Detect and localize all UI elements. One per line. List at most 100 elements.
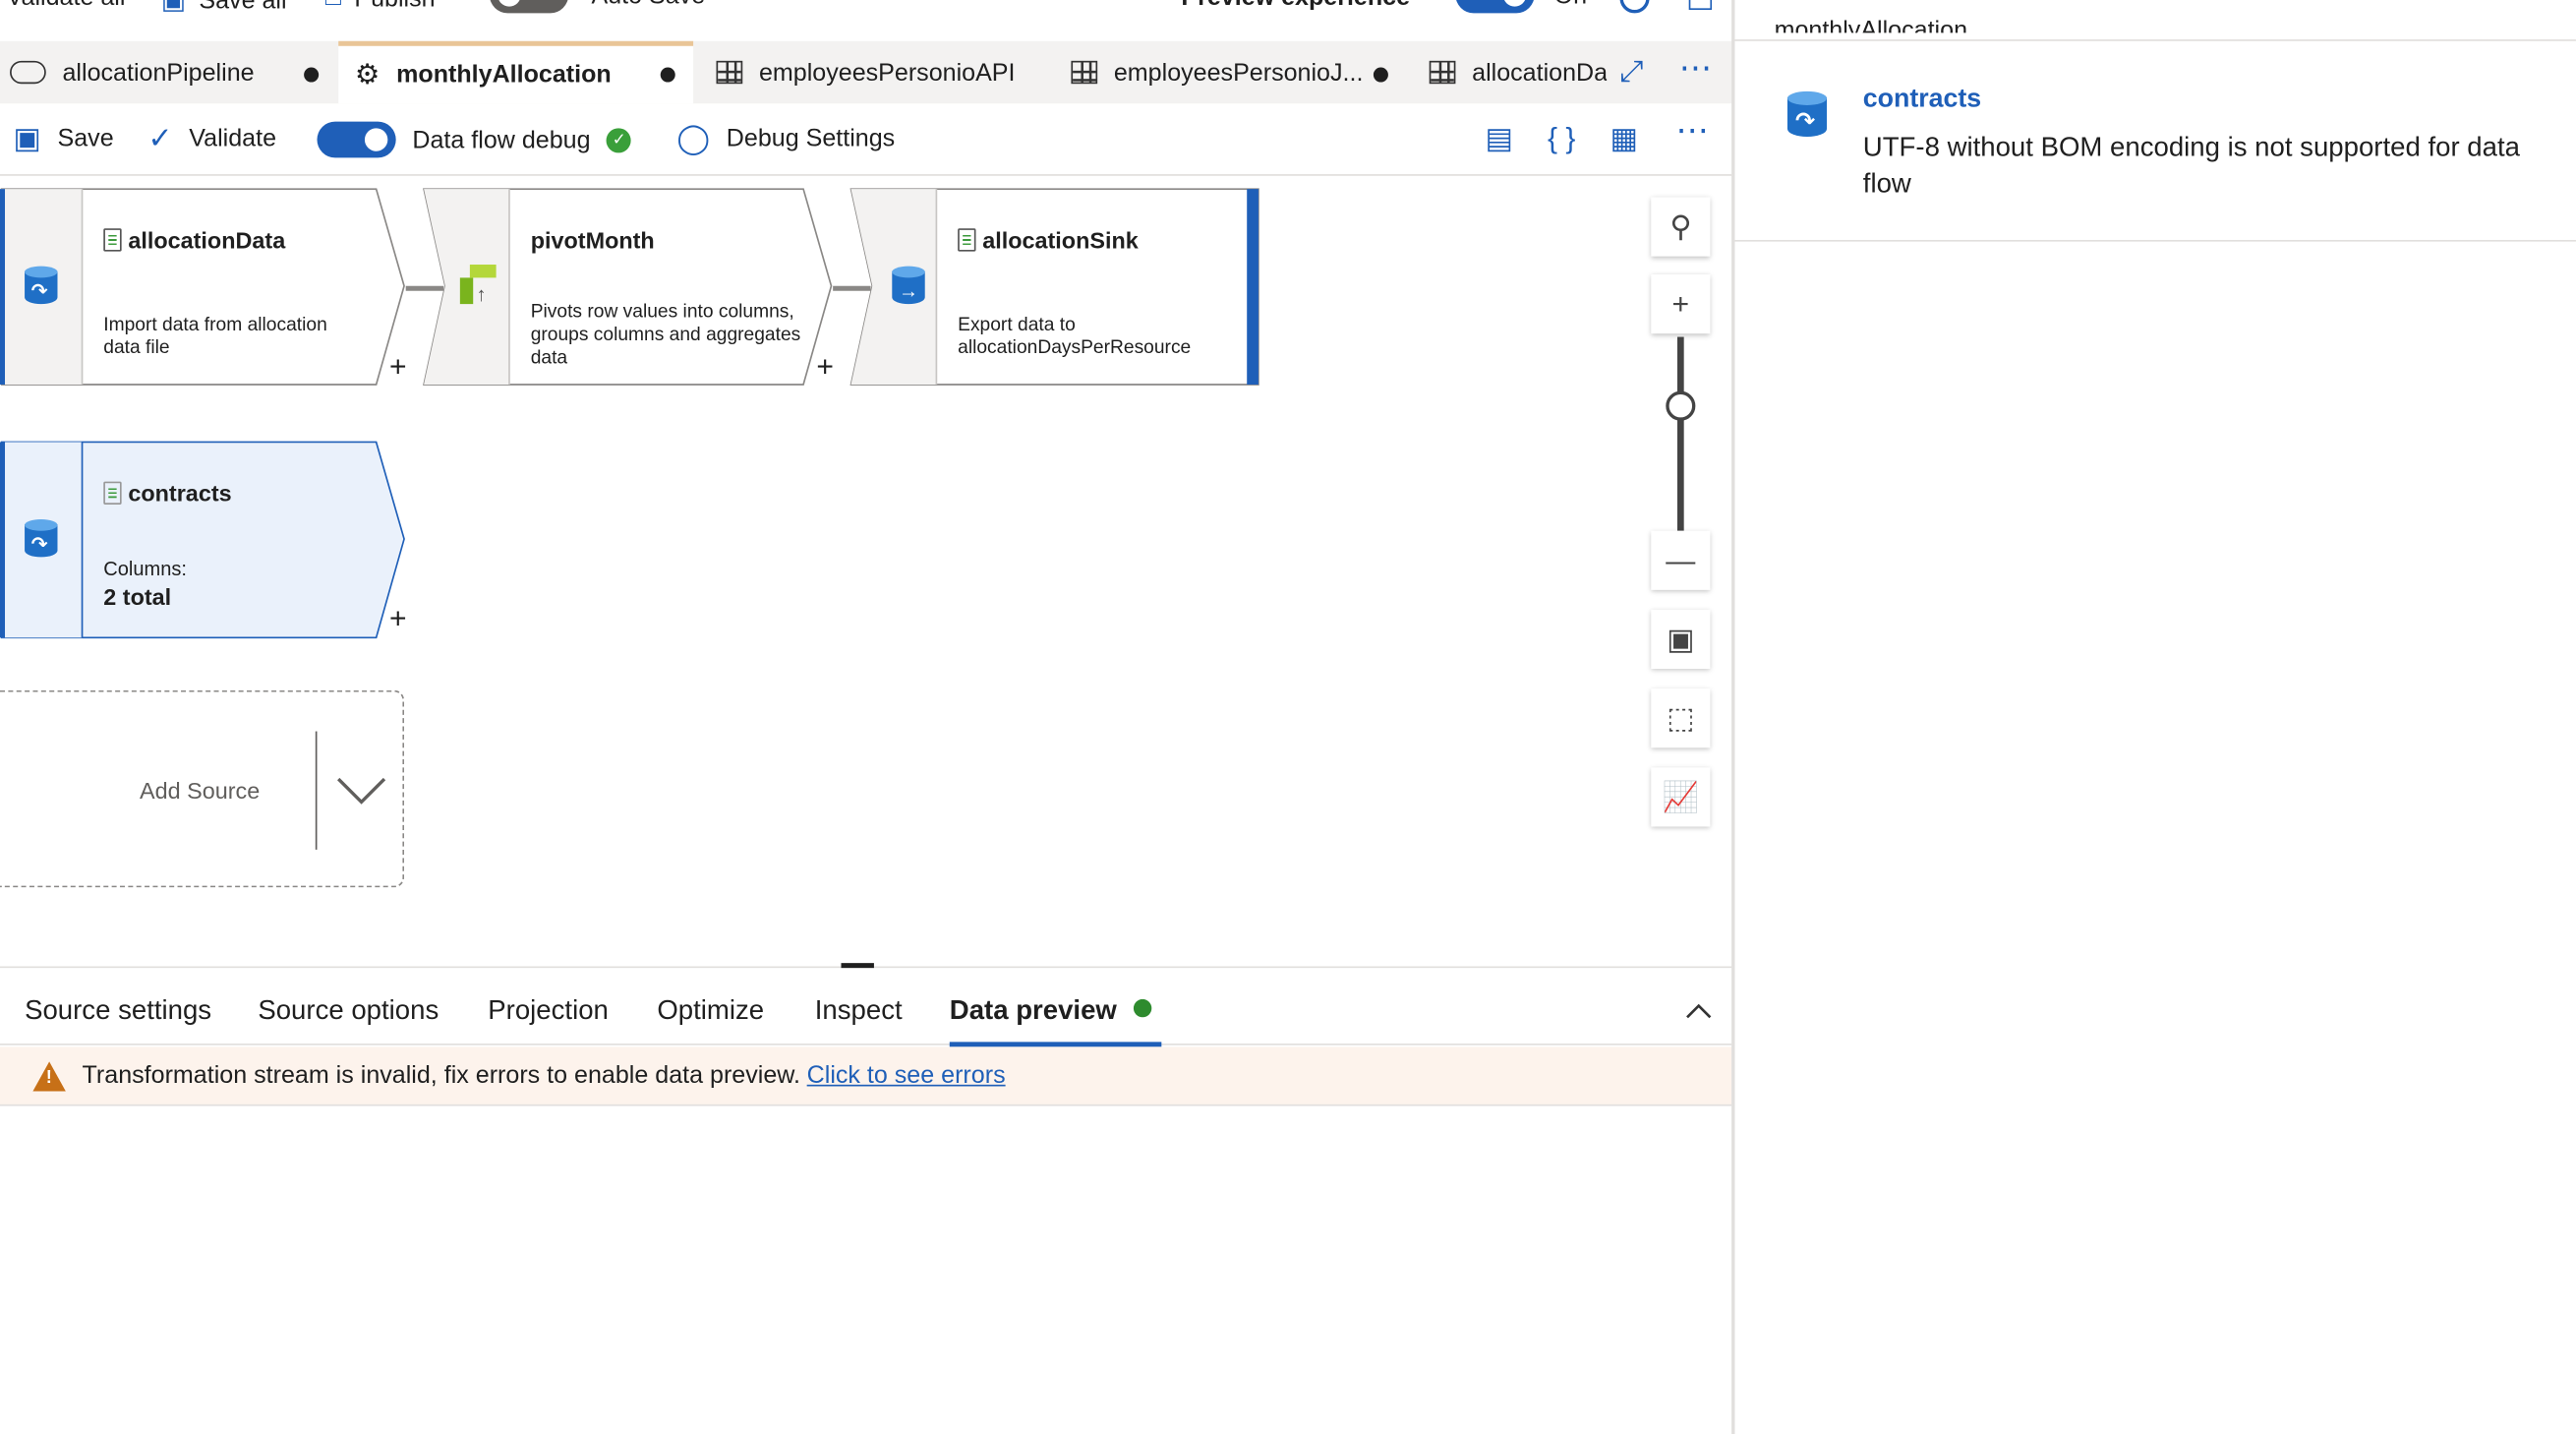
add-transform-plus[interactable]: + bbox=[389, 350, 407, 385]
add-source-divider bbox=[315, 731, 318, 850]
node-title: allocationData bbox=[103, 226, 286, 254]
preview-switch[interactable] bbox=[1455, 0, 1535, 14]
tab-projection[interactable]: Projection bbox=[488, 996, 609, 1028]
chevron-down-icon[interactable] bbox=[335, 774, 387, 807]
add-transform-plus[interactable]: + bbox=[389, 602, 407, 636]
node-description: Export data to allocationDaysPerResource bbox=[958, 315, 1192, 359]
error-panel: monthlyAllocation ↷ contracts UTF-8 with… bbox=[1734, 0, 2576, 1434]
publish-icon: □ bbox=[325, 0, 341, 13]
save-all-button[interactable]: ▣ Save all bbox=[161, 0, 287, 17]
editor-tab-bar: allocationPipeline ⚙ monthlyAllocation e… bbox=[0, 40, 1732, 104]
validate-button[interactable]: ✓ Validate bbox=[147, 123, 276, 152]
unsaved-dot bbox=[660, 67, 675, 83]
tab-inspect[interactable]: Inspect bbox=[815, 996, 903, 1028]
zoom-out-icon[interactable]: — bbox=[1651, 530, 1711, 590]
columns-label: Columns: bbox=[103, 557, 187, 580]
more-tabs-icon[interactable]: ⋯ bbox=[1679, 47, 1716, 89]
code-braces-icon: { } bbox=[1547, 121, 1576, 155]
refresh-icon[interactable] bbox=[1619, 0, 1650, 14]
more-icon: ⋯ bbox=[1675, 113, 1709, 150]
pipeline-icon bbox=[10, 60, 46, 85]
more-options-button[interactable]: ⋯ bbox=[1675, 113, 1709, 150]
add-source-button[interactable]: Add Source bbox=[0, 689, 405, 888]
data-flow-debug-label: Data flow debug bbox=[412, 125, 591, 154]
dataset-file-icon bbox=[103, 228, 122, 252]
save-icon: ▣ bbox=[13, 121, 41, 155]
node-pivot-month[interactable]: ↑ pivotMonth Pivots row values into colu… bbox=[422, 187, 834, 386]
validate-label: Validate bbox=[189, 124, 277, 152]
see-errors-link[interactable]: Click to see errors bbox=[807, 1061, 1006, 1089]
zoom-in-icon[interactable]: + bbox=[1651, 274, 1711, 334]
resize-handle[interactable] bbox=[841, 963, 874, 969]
debug-switch[interactable] bbox=[317, 121, 396, 158]
add-transform-plus[interactable]: + bbox=[816, 350, 834, 385]
node-allocation-sink[interactable]: → allocationSink Export data to allocati… bbox=[849, 187, 1260, 386]
zoom-slider-track[interactable] bbox=[1676, 336, 1684, 531]
node-title-text: allocationData bbox=[128, 226, 286, 254]
source-icon: ↷ bbox=[1786, 90, 1828, 138]
dataflow-canvas[interactable]: ↷ allocationData Import data from alloca… bbox=[0, 177, 1732, 967]
save-button[interactable]: ▣ Save bbox=[13, 123, 113, 152]
expand-icon[interactable]: ⤢ bbox=[1620, 54, 1644, 89]
dataflow-icon: ⚙ bbox=[354, 58, 381, 90]
tab-data-preview[interactable]: Data preview bbox=[950, 996, 1151, 1028]
search-icon[interactable]: ⚲ bbox=[1651, 197, 1711, 257]
collapse-panel-icon[interactable] bbox=[1685, 1002, 1712, 1019]
zoom-slider-thumb[interactable] bbox=[1666, 390, 1696, 421]
save-label: Save bbox=[57, 124, 114, 152]
node-allocation-data[interactable]: ↷ allocationData Import data from alloca… bbox=[0, 187, 407, 386]
checkmark-icon: ✓ bbox=[147, 121, 173, 155]
top-command-bar: Validate all ▣ Save all □ Publish Auto S… bbox=[0, 0, 1731, 23]
pivot-icon: ↑ bbox=[448, 187, 507, 385]
tab-monthly-allocation[interactable]: ⚙ monthlyAllocation bbox=[338, 40, 694, 104]
code-button[interactable]: { } bbox=[1548, 123, 1575, 152]
node-title-text: allocationSink bbox=[982, 226, 1139, 254]
script-button[interactable]: ▤ bbox=[1485, 123, 1512, 152]
data-flow-debug-toggle[interactable]: Data flow debug ✓ bbox=[317, 121, 632, 158]
debug-settings-button[interactable]: ◯ Debug Settings bbox=[676, 123, 895, 152]
publish-label: Publish bbox=[354, 0, 435, 13]
settings-tab-bar: Source settings Source options Projectio… bbox=[0, 980, 1732, 1047]
node-title: allocationSink bbox=[958, 226, 1139, 254]
fit-to-screen-icon[interactable]: ▣ bbox=[1651, 609, 1711, 670]
error-message: UTF-8 without BOM encoding is not suppor… bbox=[1862, 133, 2520, 200]
dataset-table-icon bbox=[1071, 60, 1098, 85]
node-title: pivotMonth bbox=[531, 227, 655, 254]
auto-save-switch[interactable] bbox=[489, 0, 569, 14]
tab-allocation-day[interactable]: allocationDay bbox=[1416, 41, 1607, 103]
tab-optimize[interactable]: Optimize bbox=[657, 996, 764, 1028]
minimap-icon[interactable]: 📈 bbox=[1651, 767, 1711, 827]
app-root: Validate all ▣ Save all □ Publish Auto S… bbox=[0, 0, 2576, 1434]
tab-source-options[interactable]: Source options bbox=[258, 996, 439, 1028]
preview-state-label: On bbox=[1554, 0, 1587, 9]
dataset-table-icon bbox=[1429, 60, 1456, 85]
tab-employees-personio-json[interactable]: employeesPersonioJ... bbox=[1058, 41, 1406, 103]
tab-label: monthlyAllocation bbox=[396, 60, 612, 90]
tab-source-settings[interactable]: Source settings bbox=[25, 996, 211, 1028]
select-area-icon[interactable]: ⬚ bbox=[1651, 688, 1711, 748]
node-description: Import data from allocation data file bbox=[103, 315, 327, 359]
tab-data-preview-label: Data preview bbox=[949, 995, 1117, 1026]
preview-experience-toggle[interactable]: On bbox=[1455, 0, 1587, 14]
error-panel-title: monthlyAllocation bbox=[1774, 16, 1968, 33]
status-dot-icon bbox=[1133, 999, 1151, 1018]
unsaved-dot bbox=[1373, 67, 1388, 83]
plan-button[interactable]: ▦ bbox=[1610, 123, 1637, 152]
warning-banner: ! Transformation stream is invalid, fix … bbox=[0, 1046, 1732, 1106]
node-contracts[interactable]: ↷ contracts Columns: 2 total + bbox=[0, 441, 407, 639]
tab-label: employeesPersonioAPI bbox=[758, 58, 1016, 87]
tab-label: allocationDay bbox=[1472, 58, 1608, 87]
node-title-text: contracts bbox=[128, 479, 232, 507]
notifications-icon[interactable] bbox=[1688, 0, 1713, 11]
auto-save-toggle[interactable]: Auto Save bbox=[489, 0, 705, 14]
tab-allocation-pipeline[interactable]: allocationPipeline bbox=[0, 41, 338, 103]
add-source-label: Add Source bbox=[140, 777, 261, 805]
error-entity-link[interactable]: contracts bbox=[1863, 86, 1981, 115]
validate-all-label: Validate all bbox=[7, 0, 126, 12]
script-icon: ▤ bbox=[1485, 121, 1513, 155]
unsaved-dot bbox=[304, 67, 320, 83]
validate-all-button[interactable]: Validate all bbox=[7, 0, 126, 12]
publish-button[interactable]: □ Publish bbox=[325, 0, 436, 13]
debug-settings-label: Debug Settings bbox=[726, 124, 896, 152]
tab-employees-personio-api[interactable]: employeesPersonioAPI bbox=[703, 41, 1048, 103]
